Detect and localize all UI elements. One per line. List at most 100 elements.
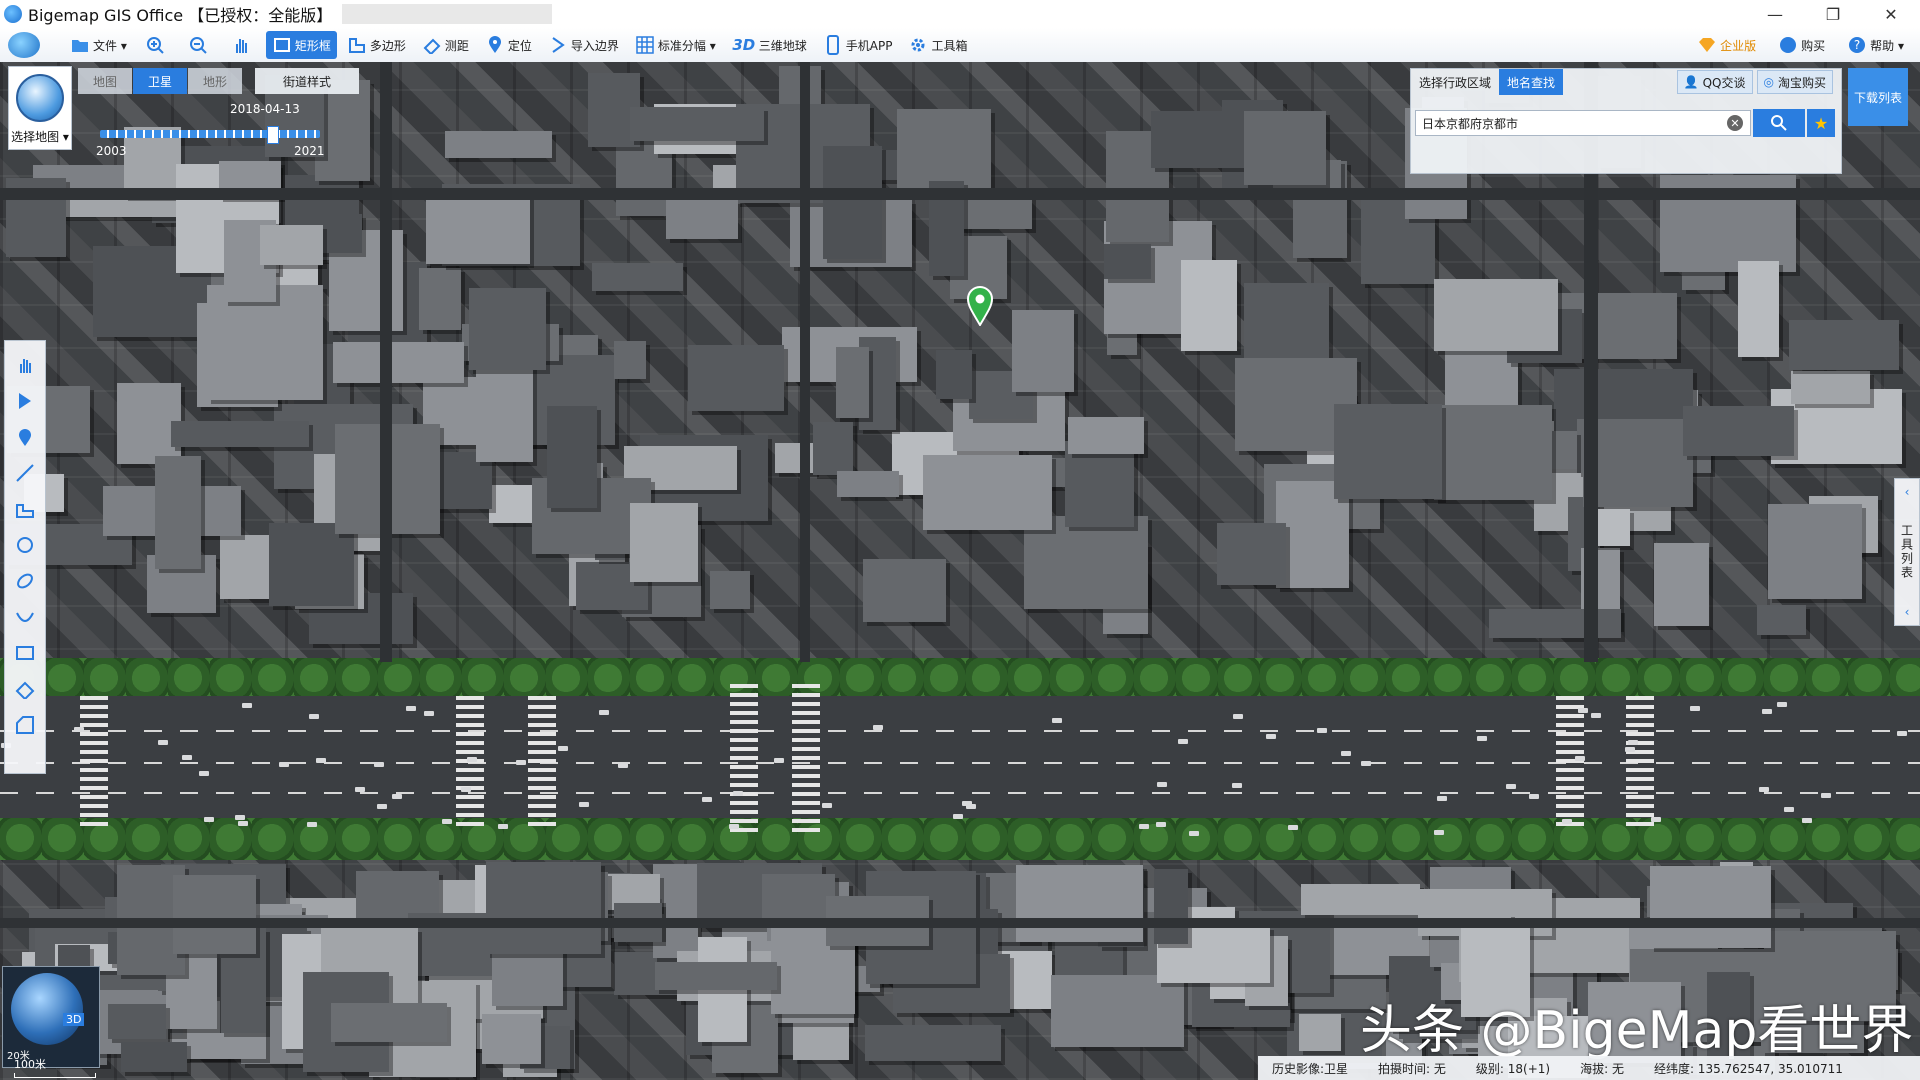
rectangle-icon: [272, 35, 292, 55]
location-marker-icon[interactable]: [966, 286, 994, 326]
chevron-left-icon: ‹: [1904, 605, 1910, 619]
minimize-button[interactable]: —: [1746, 0, 1804, 28]
favorite-star-button[interactable]: ★: [1807, 109, 1835, 137]
app-menu-logo-icon[interactable]: [8, 32, 40, 58]
tab-place-search[interactable]: 地名查找: [1499, 69, 1564, 95]
timeline-slider-handle[interactable]: [266, 126, 279, 144]
download-list-button[interactable]: 下载列表: [1848, 68, 1908, 126]
polygon-label: 多边形: [369, 38, 406, 53]
pan-button[interactable]: [223, 31, 262, 59]
building: [862, 559, 947, 622]
pan-tool[interactable]: [9, 347, 41, 383]
restore-button[interactable]: ❐: [1804, 0, 1862, 28]
polygon-tool[interactable]: [9, 491, 41, 527]
taobao-buy-button[interactable]: ◎ 淘宝购买: [1756, 70, 1833, 94]
tab-terrain[interactable]: 地形: [188, 68, 242, 94]
tool-list-panel[interactable]: ‹ 工具列表 ‹: [1894, 478, 1920, 626]
circle-tool[interactable]: [9, 527, 41, 563]
clear-search-icon[interactable]: ✕: [1727, 115, 1743, 131]
overview-minimap[interactable]: 3D 20米: [2, 966, 100, 1068]
polygon-button[interactable]: 多边形: [341, 31, 412, 59]
rectangle-tool[interactable]: [9, 635, 41, 671]
gear-icon: [908, 35, 928, 55]
3d-globe-button[interactable]: 3D 三维地球: [726, 31, 813, 59]
file-menu-button[interactable]: 文件 ▾: [64, 31, 133, 59]
building: [1434, 404, 1553, 500]
hand-icon: [231, 35, 251, 55]
buy-button[interactable]: 购买: [1772, 31, 1831, 59]
building: [813, 421, 853, 476]
vehicle: [1232, 783, 1243, 789]
title-redacted-area: [342, 4, 553, 24]
place-search-input[interactable]: [1415, 110, 1751, 136]
status-zoom-level: 级别: 18(+1): [1475, 1061, 1551, 1076]
building: [614, 340, 647, 379]
building: [482, 1014, 541, 1065]
arc-tool[interactable]: [9, 599, 41, 635]
crosswalk: [1626, 696, 1654, 826]
taobao-icon: ◎: [1763, 75, 1774, 89]
earth-globe-icon: [11, 973, 83, 1045]
vehicle: [953, 814, 964, 820]
import-boundary-button[interactable]: 导入边界: [542, 31, 625, 59]
vehicle: [617, 763, 628, 769]
minimap-3d-badge[interactable]: 3D: [63, 1013, 85, 1026]
building: [108, 1004, 167, 1039]
vehicle: [579, 801, 590, 807]
measure-distance-button[interactable]: 测距: [416, 31, 475, 59]
select-tool[interactable]: [9, 383, 41, 419]
rectangle-select-button[interactable]: 矩形框: [265, 31, 337, 59]
timeline-track[interactable]: [100, 130, 320, 138]
building: [1756, 604, 1807, 636]
help-button[interactable]: ? 帮助 ▾: [1841, 31, 1910, 59]
status-altitude: 海拔: 无: [1580, 1061, 1624, 1076]
qq-chat-button[interactable]: 👤 QQ交谈: [1676, 70, 1753, 94]
vehicle: [1575, 755, 1586, 761]
mobile-app-button[interactable]: 手机APP: [817, 31, 899, 59]
chevron-left-icon: ‹: [1904, 485, 1910, 499]
building: [1011, 309, 1074, 392]
measure-tool[interactable]: [9, 671, 41, 707]
building: [687, 345, 785, 411]
vehicle: [1777, 702, 1788, 708]
building: [425, 188, 531, 264]
vehicle: [732, 790, 743, 796]
zoom-out-button[interactable]: [180, 31, 219, 59]
file-menu-label: 文件 ▾: [93, 38, 127, 53]
building: [864, 1025, 1001, 1061]
ellipse-tool[interactable]: [9, 563, 41, 599]
building: [1050, 974, 1184, 1047]
building: [629, 107, 764, 142]
building: [475, 365, 534, 463]
globe-icon: [16, 74, 64, 122]
street-north: [0, 188, 1920, 200]
marker-tool[interactable]: [9, 419, 41, 455]
tab-satellite[interactable]: 卫星: [133, 68, 187, 94]
close-button[interactable]: ✕: [1862, 0, 1920, 28]
tab-map[interactable]: 地图: [78, 68, 132, 94]
building: [170, 420, 309, 448]
zoom-in-button[interactable]: [137, 31, 176, 59]
arrow-pointer-icon: [19, 393, 31, 409]
map-source-selector[interactable]: 选择地图 ▾: [8, 66, 72, 150]
building: [1150, 110, 1246, 168]
tab-street-style[interactable]: 街道样式: [255, 68, 359, 94]
standard-sheet-label: 标准分幅 ▾: [657, 38, 716, 53]
vehicle: [235, 814, 246, 820]
search-button[interactable]: [1753, 109, 1805, 137]
building: [546, 406, 597, 508]
tab-select-region[interactable]: 选择行政区域: [1411, 69, 1499, 95]
enterprise-button[interactable]: 企业版: [1691, 31, 1762, 59]
satellite-map-view[interactable]: [0, 62, 1920, 1080]
vehicle: [774, 757, 785, 763]
map-type-tabs: 地图 卫星 地形 街道样式: [78, 68, 360, 94]
area-tool[interactable]: [9, 707, 41, 743]
locate-button[interactable]: 定位: [479, 31, 538, 59]
vehicle: [1361, 761, 1372, 767]
zoom-out-icon: [188, 35, 208, 55]
toolbox-button[interactable]: 工具箱: [902, 31, 973, 59]
vehicle: [278, 761, 289, 767]
vehicle: [822, 803, 833, 809]
standard-sheet-button[interactable]: 标准分幅 ▾: [629, 31, 722, 59]
line-tool[interactable]: [9, 455, 41, 491]
